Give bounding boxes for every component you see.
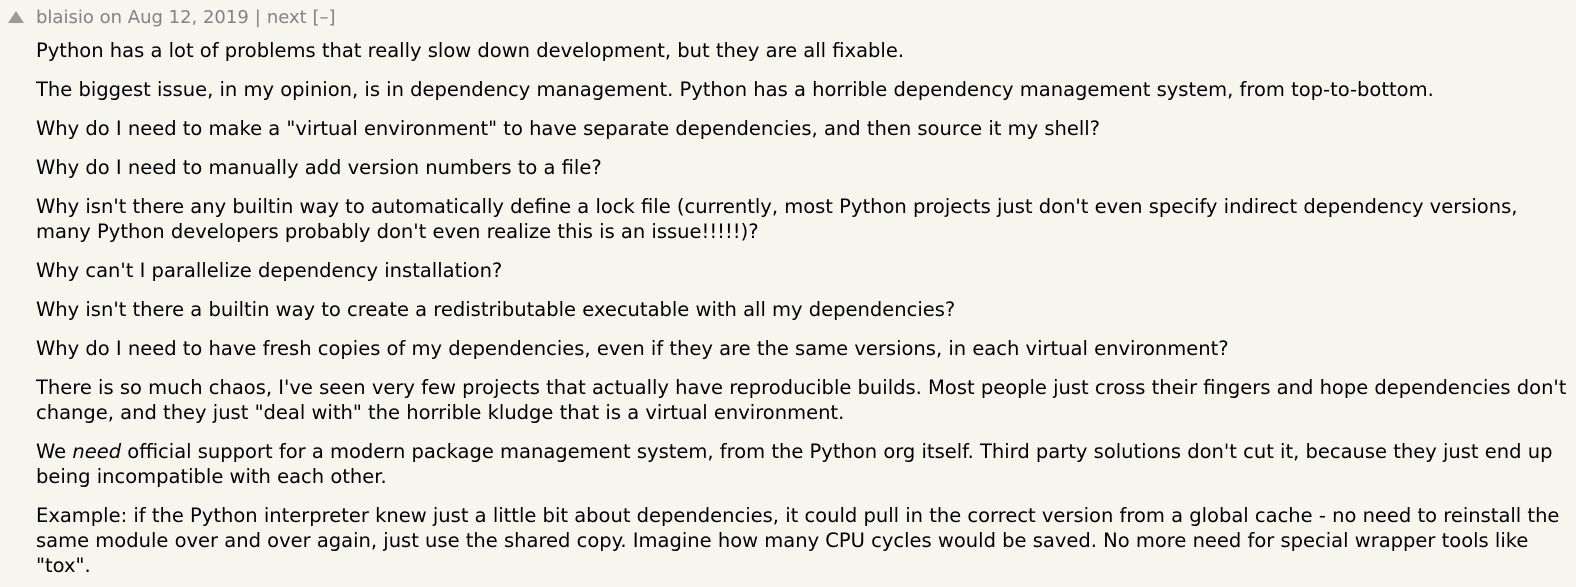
upvote-arrow-icon[interactable] bbox=[8, 11, 24, 23]
comment-paragraph: We need official support for a modern pa… bbox=[36, 439, 1568, 489]
comment-author-link[interactable]: blaisio bbox=[36, 7, 94, 28]
comment-header: blaisio on Aug 12, 2019 | next [–] bbox=[0, 4, 336, 30]
comment-paragraph: Why do I need to have fresh copies of my… bbox=[36, 337, 1229, 360]
comment-paragraph: Python has a lot of problems that really… bbox=[36, 39, 905, 62]
separator: | bbox=[254, 6, 261, 28]
comment-paragraph: Example: if the Python interpreter knew … bbox=[36, 504, 1560, 577]
comment-paragraph: The biggest issue, in my opinion, is in … bbox=[36, 78, 1434, 101]
emphasis-text: need bbox=[72, 440, 122, 463]
comment-paragraph: Why isn't there a builtin way to create … bbox=[36, 298, 956, 321]
next-link[interactable]: next bbox=[267, 7, 307, 28]
comment-date-link[interactable]: Aug 12, 2019 bbox=[128, 7, 249, 28]
comment-text: Python has a lot of problems that really… bbox=[36, 38, 1568, 587]
comment-paragraph: Why isn't there any builtin way to autom… bbox=[36, 195, 1518, 243]
comment-paragraph: Why can't I parallelize dependency insta… bbox=[36, 259, 503, 282]
comment-paragraph: There is so much chaos, I've seen very f… bbox=[36, 376, 1567, 424]
comment: blaisio on Aug 12, 2019 | next [–] Pytho… bbox=[0, 0, 1576, 587]
comment-paragraph: Why do I need to manually add version nu… bbox=[36, 156, 602, 179]
collapse-toggle[interactable]: [–] bbox=[312, 7, 335, 28]
paragraph-text: We bbox=[36, 440, 73, 463]
paragraph-text: official support for a modern package ma… bbox=[36, 440, 1553, 488]
on-label: on bbox=[99, 6, 123, 28]
comment-paragraph: Why do I need to make a "virtual environ… bbox=[36, 117, 1101, 140]
